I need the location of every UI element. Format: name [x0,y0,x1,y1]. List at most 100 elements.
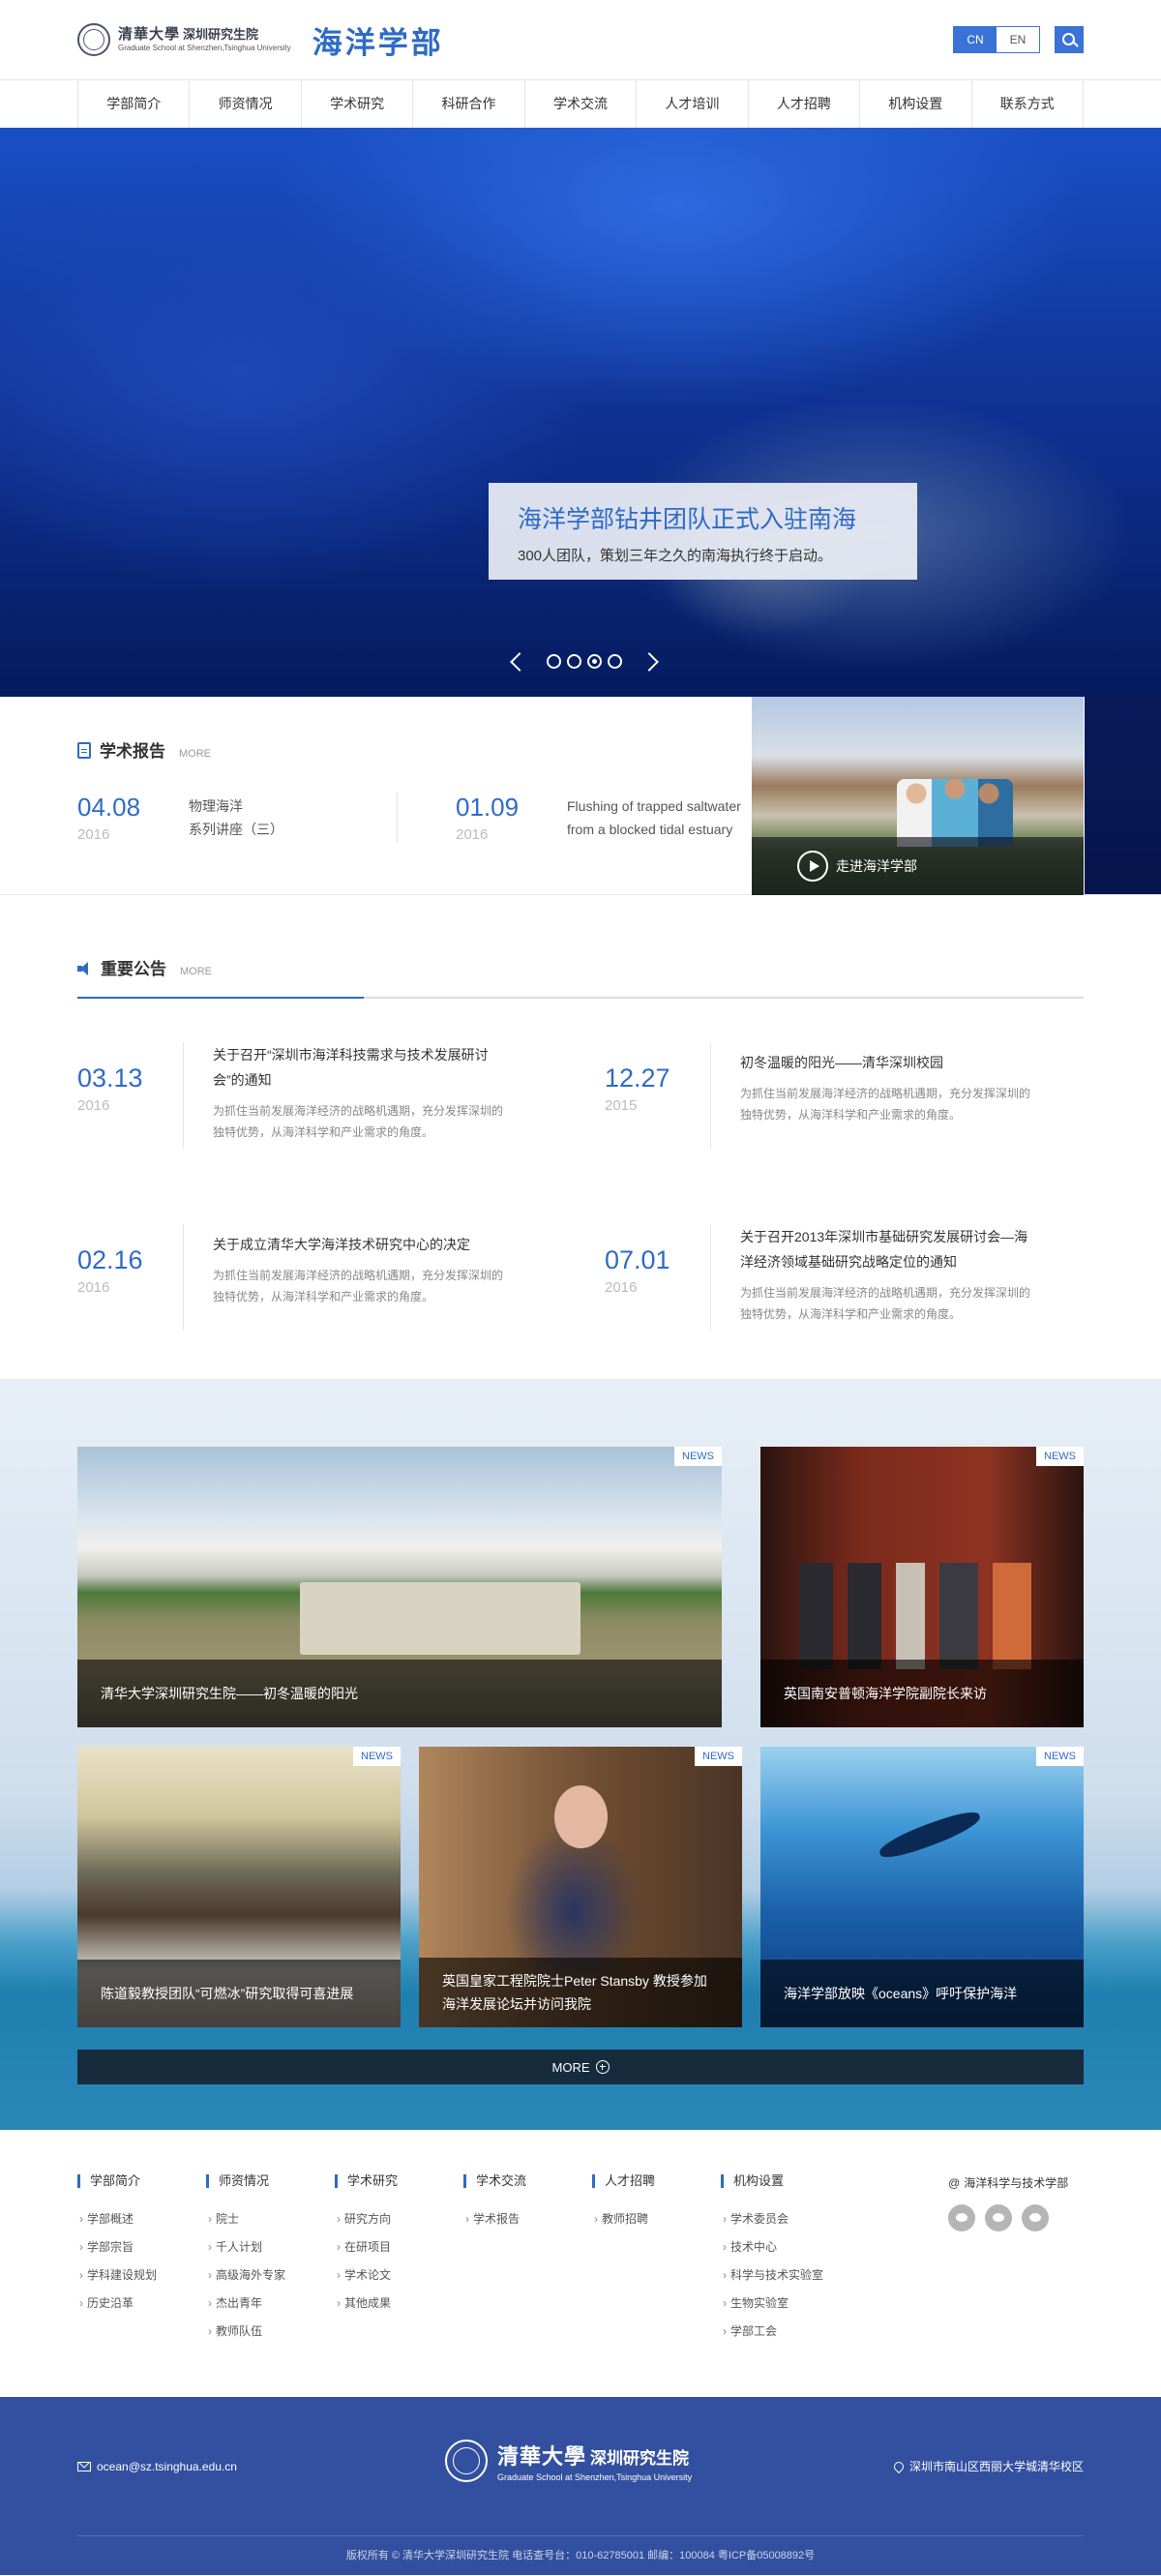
logo-cn: 清華大學 深圳研究生院 [118,24,259,43]
footer-link[interactable]: 学术报告 [463,2205,592,2233]
footer-link[interactable]: 在研项目 [335,2233,463,2261]
report-title: Flushing of trapped saltwater from a blo… [567,798,741,837]
nav-item-cooperation[interactable]: 科研合作 [413,80,525,128]
report-year: 2016 [77,826,110,843]
footer-column-title[interactable]: 机构设置 [721,2174,849,2188]
university-logo[interactable]: 清華大學 深圳研究生院 Graduate School at Shenzhen,T… [77,23,291,56]
notice-item[interactable]: 02.16 2016 关于成立清华大学海洋技术研究中心的决定 为抓住当前发展海洋… [77,1224,556,1331]
slider-dot[interactable] [547,654,561,669]
footer-link[interactable]: 千人计划 [206,2233,335,2261]
footer-link[interactable]: 学部概述 [77,2205,206,2233]
footer-link[interactable]: 教师招聘 [592,2205,721,2233]
plus-circle-icon [595,2060,610,2074]
footer-link[interactable]: 技术中心 [721,2233,849,2261]
whale-photo [876,1806,984,1864]
footer-link[interactable]: 生物实验室 [721,2290,849,2318]
notice-title[interactable]: 初冬温暖的阳光——清华深圳校园 [740,1050,1035,1075]
important-notices: 重要公告 MORE 03.13 2016 关于召开“深圳市海洋科技需求与技术发展… [0,895,1161,1379]
news-card[interactable]: NEWS 清华大学深圳研究生院——初冬温暖的阳光 [77,1447,722,1727]
notice-item[interactable]: 07.01 2016 关于召开2013年深圳市基础研究发展研讨会—海洋经济领域基… [605,1224,1084,1331]
document-icon [77,742,91,759]
search-icon[interactable] [1055,26,1084,53]
news-caption: 清华大学深圳研究生院——初冬温暖的阳光 [77,1660,722,1727]
campus-photo[interactable]: 走进海洋学部 [752,697,1084,895]
news-more-button[interactable]: MORE [77,2050,1084,2084]
qq-icon[interactable] [1022,2204,1049,2232]
lang-cn-button[interactable]: CN [954,27,997,52]
notice-desc: 为抓住当前发展海洋经济的战略机遇期，充分发挥深圳的独特优势，从海洋科学和产业需求… [213,1269,504,1303]
nav-item-research[interactable]: 学术研究 [302,80,414,128]
slider-dot[interactable] [608,654,622,669]
notice-item[interactable]: 12.27 2015 初冬温暖的阳光——清华深圳校园 为抓住当前发展海洋经济的战… [605,1042,1084,1149]
footer-link[interactable]: 其他成果 [335,2290,463,2318]
reports-more-link[interactable]: MORE [179,748,211,760]
footer-link[interactable]: 高级海外专家 [206,2261,335,2290]
footer-address: 深圳市南山区西丽大学城清华校区 [891,2458,1084,2474]
visit-department-link[interactable]: 走进海洋学部 [752,837,1084,895]
news-caption: 陈道毅教授团队“可燃冰”研究取得可喜进展 [77,1960,401,2027]
footer-column-title[interactable]: 学术研究 [335,2174,463,2188]
news-card[interactable]: NEWS 英国南安普顿海洋学院副院长来访 [760,1447,1084,1727]
notice-title[interactable]: 关于召开2013年深圳市基础研究发展研讨会—海洋经济领域基础研究战略定位的通知 [740,1224,1035,1274]
news-more-label: MORE [551,2059,590,2075]
footer-column-title[interactable]: 学部简介 [77,2174,206,2188]
hero-overflow [1085,696,1161,894]
footer-link[interactable]: 学部工会 [721,2318,849,2346]
nav-item-contact[interactable]: 联系方式 [972,80,1084,128]
news-tag: NEWS [674,1447,722,1466]
notice-title[interactable]: 关于召开“深圳市海洋科技需求与技术发展研讨会”的通知 [213,1042,508,1093]
news-tag: NEWS [353,1747,401,1766]
news-card[interactable]: NEWS 陈道毅教授团队“可燃冰”研究取得可喜进展 [77,1747,401,2027]
footer-link[interactable]: 历史沿革 [77,2290,206,2318]
weibo-icon[interactable] [985,2204,1012,2232]
report-item[interactable]: 01.09 2016 Flushing of trapped saltwater… [397,793,752,843]
nav-item-intro[interactable]: 学部简介 [78,80,191,128]
nav-item-exchange[interactable]: 学术交流 [525,80,638,128]
notices-more-link[interactable]: MORE [180,966,212,977]
footer-link[interactable]: 院士 [206,2205,335,2233]
footer-email[interactable]: ocean@sz.tsinghua.edu.cn [77,2460,237,2473]
footer-column-title[interactable]: 人才招聘 [592,2174,721,2188]
news-caption: 海洋学部放映《oceans》呼吁保护海洋 [760,1960,1084,2027]
notice-year: 2016 [77,1279,110,1296]
footer-column-title[interactable]: 师资情况 [206,2174,335,2188]
visitors-photo [799,1563,1041,1669]
notice-title[interactable]: 关于成立清华大学海洋技术研究中心的决定 [213,1232,508,1257]
hero-caption[interactable]: 海洋学部钻井团队正式入驻南海 300人团队，策划三年之久的南海执行终于启动。 [489,483,917,580]
footer-logo-en: Graduate School at Shenzhen,Tsinghua Uni… [497,2472,693,2482]
notice-year: 2015 [605,1097,638,1114]
footer-link[interactable]: 学术委员会 [721,2205,849,2233]
nav-item-organization[interactable]: 机构设置 [860,80,972,128]
notice-item[interactable]: 03.13 2016 关于召开“深圳市海洋科技需求与技术发展研讨会”的通知 为抓… [77,1042,556,1149]
slider-prev-icon[interactable] [510,651,529,672]
footer-logo: 清華大學 深圳研究生院 Graduate School at Shenzhen,T… [445,2440,692,2482]
slider-next-icon[interactable] [640,651,659,672]
report-item[interactable]: 04.08 2016 物理海洋 系列讲座（三） [77,793,397,843]
department-name: 海洋学部 [312,25,444,61]
news-tag: NEWS [1036,1747,1084,1766]
footer-column: 师资情况 院士 千人计划 高级海外专家 杰出青年 教师队伍 [206,2174,335,2346]
news-card[interactable]: NEWS 英国皇家工程院院士Peter Stansby 教授参加海洋发展论坛并访… [419,1747,742,2027]
footer-link[interactable]: 杰出青年 [206,2290,335,2318]
footer-link[interactable]: 研究方向 [335,2205,463,2233]
footer-link[interactable]: 教师队伍 [206,2318,335,2346]
footer-link[interactable]: 学部宗旨 [77,2233,206,2261]
news-card[interactable]: NEWS 海洋学部放映《oceans》呼吁保护海洋 [760,1747,1084,2027]
wechat-icon[interactable] [948,2204,975,2232]
social-section: 海洋科学与技术学部 [948,2174,1084,2346]
report-date: 04.08 [77,793,141,822]
lang-en-button[interactable]: EN [997,27,1039,52]
nav-item-recruitment[interactable]: 人才招聘 [749,80,861,128]
reports-title: 学术报告 [100,742,165,761]
nav-item-training[interactable]: 人才培训 [637,80,749,128]
footer-column-title[interactable]: 学术交流 [463,2174,592,2188]
report-year: 2016 [456,826,489,843]
footer-link[interactable]: 学科建设规划 [77,2261,206,2290]
footer-column: 学部简介 学部概述 学部宗旨 学科建设规划 历史沿革 [77,2174,206,2346]
notice-date: 12.27 [605,1063,670,1093]
nav-item-faculty[interactable]: 师资情况 [190,80,302,128]
footer-link[interactable]: 科学与技术实验室 [721,2261,849,2290]
slider-dot-active[interactable] [587,654,602,669]
footer-link[interactable]: 学术论文 [335,2261,463,2290]
slider-dot[interactable] [567,654,581,669]
